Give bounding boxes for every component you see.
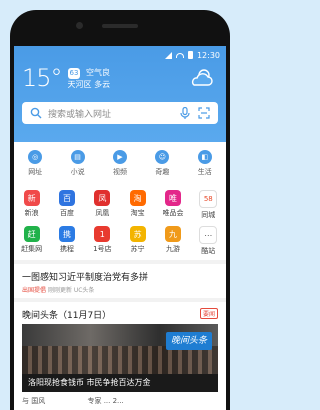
photo-logo: 晚间头条 [166,332,212,350]
play-icon: ▶ [112,149,127,164]
link-ifeng[interactable]: 凤 凤凰 [88,190,116,220]
scan-icon[interactable] [198,107,210,119]
category-nav: ◎ 网址 ▤ 小说 ▶ 视频 ☺ 奇趣 ◧ 生活 [14,142,226,185]
wifi-icon [175,52,184,58]
link-sina[interactable]: 新 新浪 [18,190,46,220]
58-icon: 58 [199,190,218,208]
browser-screen: 12:30 15° 63 空气良 天河区 多云 搜索或输入网址 ◎ 网址 ▤ 小… [14,46,226,410]
headline-source: 刚刚更新 UC头条 [47,287,95,294]
condition: 多云 [94,79,111,89]
yhd-icon: 1 [94,226,111,242]
location-line: 天河区 多云 [68,79,111,90]
evening-news-card[interactable]: 晚间头条（11月7日） 要闻 晚间头条 洛阳现抢食钱币 市民争抢百达万金 与 国… [14,302,226,410]
more-news-row: 与 国风 专家 ... 2... [22,396,218,410]
aqi-line: 63 空气良 [67,67,111,79]
link-yhd[interactable]: 1 1号店 [88,226,116,256]
news-photo[interactable]: 晚间头条 [22,324,218,374]
nav-item-websites[interactable]: ◎ 网址 [17,149,53,177]
more-icon: ⋯ [199,226,218,244]
quick-links-row: 新 新浪 百 百度 凤 凤凰 淘 淘宝 唯 唯品会 58 同城 [14,184,226,220]
evening-title: 晚间头条（11月7日） [22,311,112,321]
nav-item-fun[interactable]: ☺ 奇趣 [144,149,180,177]
book-icon: ▤ [70,149,85,164]
aqi-text: 空气良 [86,67,111,77]
9game-icon: 九 [164,226,181,242]
headline-title: 一图感知习近平制度治党有多拼 [22,273,149,283]
search-icon [30,107,42,119]
taobao-icon: 淘 [129,190,146,206]
suning-icon: 苏 [129,226,146,242]
aqi-badge: 63 [67,67,81,79]
weather-info: 63 空气良 天河区 多云 [67,67,111,90]
quick-links-row: 赶 赶集网 携 携程 1 1号店 苏 苏宁 九 九游 ⋯ 酷站 [14,220,226,256]
more-news-right: 专家 ... 2... [87,397,124,405]
headline-tag: 出国提倡 [22,287,47,294]
vip-icon: 唯 [164,190,181,206]
photo-caption: 洛阳现抢食钱币 市民争抢百达万金 [22,374,218,392]
ifeng-icon: 凤 [94,190,111,206]
nav-label: 视频 [112,167,127,176]
temperature: 15° [22,64,63,92]
app-label: 淘宝 [130,209,145,217]
nav-label: 网址 [28,167,43,176]
link-suning[interactable]: 苏 苏宁 [124,226,152,256]
cloudy-icon [191,69,213,86]
app-label: 百度 [59,209,74,217]
link-vip[interactable]: 唯 唯品会 [159,190,187,220]
signal-icon [164,51,172,59]
status-time: 12:30 [196,50,220,60]
headline-card[interactable]: 一图感知习近平制度治党有多拼 出国提倡 刚刚更新 UC头条 [14,264,226,298]
nav-label: 奇趣 [155,167,170,176]
nav-label: 生活 [197,167,212,176]
app-label: 九游 [165,245,180,253]
app-label: 1号店 [93,245,112,253]
app-label: 新浪 [24,209,39,217]
app-label: 赶集网 [21,245,43,253]
speaker-grille [102,24,138,28]
header: 12:30 15° 63 空气良 天河区 多云 搜索或输入网址 [14,46,226,142]
link-ganji[interactable]: 赶 赶集网 [18,226,46,256]
app-label: 苏宁 [130,245,145,253]
nav-label: 小说 [70,167,85,176]
microphone-icon[interactable] [180,107,190,119]
ctrip-icon: 携 [58,226,75,242]
sina-icon: 新 [23,190,40,206]
link-taobao[interactable]: 淘 淘宝 [124,190,152,220]
link-baidu[interactable]: 百 百度 [53,190,81,220]
globe-icon: ◎ [28,149,43,164]
location: 天河区 [67,79,92,89]
search-bar[interactable]: 搜索或输入网址 [22,102,218,124]
app-label: 唯品会 [162,209,184,217]
nav-item-videos[interactable]: ▶ 视频 [102,149,138,177]
weather-widget[interactable]: 15° 63 空气良 天河区 多云 [22,64,110,92]
evening-badge: 要闻 [199,308,218,319]
more-news-left: 与 国风 [22,397,46,405]
baidu-icon: 百 [58,190,75,206]
smile-icon: ☺ [155,149,170,164]
crowd-image [22,346,218,374]
link-9game[interactable]: 九 九游 [159,226,187,256]
app-label: 凤凰 [95,209,110,217]
quick-links-grid: 新 新浪 百 百度 凤 凤凰 淘 淘宝 唯 唯品会 58 同城 赶 赶集网 携 … [14,184,226,260]
nav-item-novels[interactable]: ▤ 小说 [60,149,96,177]
phone-frame: 12:30 15° 63 空气良 天河区 多云 搜索或输入网址 ◎ 网址 ▤ 小… [10,10,230,410]
app-label: 同城 [201,211,216,219]
headline-meta: 出国提倡 刚刚更新 UC头条 [22,285,94,294]
bag-icon: ◧ [197,149,212,164]
ganji-icon: 赶 [23,226,40,242]
app-label: 携程 [59,245,74,253]
search-input[interactable]: 搜索或输入网址 [48,107,180,120]
battery-icon [187,51,193,59]
link-58[interactable]: 58 同城 [194,190,222,220]
link-ctrip[interactable]: 携 携程 [53,226,81,256]
nav-item-life[interactable]: ◧ 生活 [187,149,223,177]
link-more-sites[interactable]: ⋯ 酷站 [194,226,222,256]
app-label: 酷站 [201,247,216,255]
status-bar: 12:30 [164,48,220,62]
front-camera [76,22,83,29]
